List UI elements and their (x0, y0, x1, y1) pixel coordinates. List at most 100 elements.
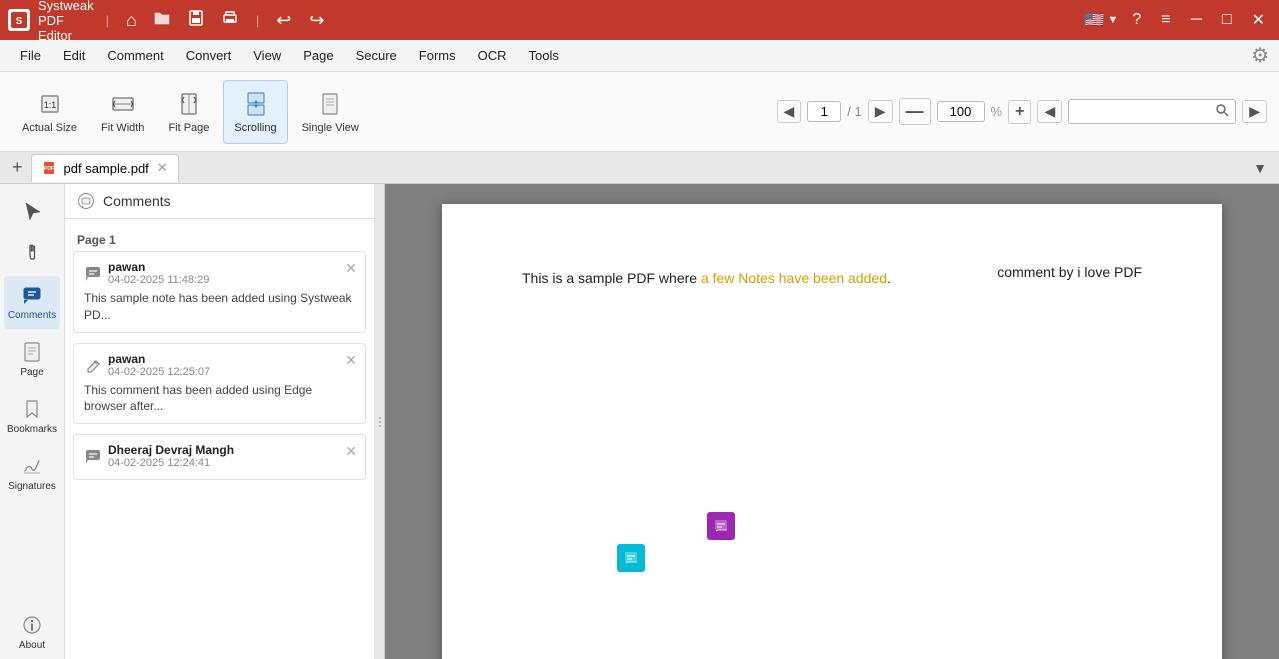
menu-ocr[interactable]: OCR (468, 44, 517, 67)
sidebar-about-label: About (19, 640, 45, 651)
toolbar-fit-page[interactable]: Fit Page (158, 80, 219, 144)
info-icon (21, 614, 43, 636)
print-icon[interactable] (216, 7, 244, 34)
redo-icon[interactable]: ↪ (304, 8, 329, 33)
page-label: Page 1 (73, 227, 366, 251)
comments-header-icon (77, 192, 95, 210)
pdf-tab-icon: PDF (42, 161, 56, 175)
toolbar-fit-width-label: Fit Width (101, 122, 144, 134)
language-selector[interactable]: 🇺🇸 ▼ (1085, 10, 1119, 30)
menu-page[interactable]: Page (293, 44, 343, 67)
maximize-icon[interactable]: □ (1216, 9, 1238, 31)
comment-3-close-btn[interactable]: ✕ (345, 443, 357, 460)
menu-comment[interactable]: Comment (97, 44, 173, 67)
menu-convert[interactable]: Convert (176, 44, 242, 67)
comments-panel: Comments Page 1 pawan 04-02-2025 11:48 (65, 184, 375, 659)
comments-panel-title: Comments (103, 193, 171, 209)
menu-settings-icon[interactable]: ⚙ (1251, 43, 1269, 68)
sidebar-item-page[interactable]: Page (4, 333, 60, 386)
zoom-level-input[interactable] (937, 101, 985, 122)
search-prev-btn[interactable]: ◀ (1037, 100, 1062, 123)
toolbar-single-view-label: Single View (302, 122, 359, 134)
page-separator: / 1 (847, 104, 861, 119)
left-sidebar: Comments Page Bookmarks Signatur (0, 184, 65, 659)
sidebar-item-about[interactable]: About (4, 606, 60, 659)
search-next-btn[interactable]: ▶ (1242, 100, 1267, 123)
tab-bar: + PDF pdf sample.pdf ✕ ▼ (0, 152, 1279, 184)
close-icon[interactable]: ✕ (1246, 8, 1271, 32)
comment-2-icon (84, 356, 102, 374)
menu-file[interactable]: File (10, 44, 51, 67)
comment-3-date: 04-02-2025 12:24:41 (108, 457, 234, 469)
home-icon[interactable]: ⌂ (121, 8, 142, 33)
toolbar-scrolling[interactable]: Scrolling (223, 80, 287, 144)
folder-icon[interactable] (148, 7, 176, 34)
toolbar-fit-width[interactable]: Fit Width (91, 80, 154, 144)
comment-1-date: 04-02-2025 11:48:29 (108, 274, 209, 286)
hand-icon (21, 242, 43, 264)
comment-3-icon (84, 447, 102, 465)
menu-secure[interactable]: Secure (346, 44, 407, 67)
next-page-btn[interactable]: ▶ (868, 100, 893, 123)
menu-forms[interactable]: Forms (409, 44, 466, 67)
comment-1-icon (84, 264, 102, 282)
sticky-note-2[interactable] (707, 512, 735, 540)
zoom-unit: % (991, 104, 1003, 119)
title-bar: S Systweak PDF Editor | ⌂ | ↩ ↪ 🇺🇸 ▼ ? ≡… (0, 0, 1279, 40)
comment-card-1: pawan 04-02-2025 11:48:29 ✕ This sample … (73, 251, 366, 333)
toolbar-actual-size[interactable]: 1:1 Actual Size (12, 80, 87, 144)
toolbar-single-view[interactable]: Single View (292, 80, 369, 144)
menu-tools[interactable]: Tools (519, 44, 569, 67)
tab-close-btn[interactable]: ✕ (157, 160, 168, 176)
comment-2-author: pawan (108, 352, 210, 366)
sidebar-item-bookmarks[interactable]: Bookmarks (4, 390, 60, 443)
app-title: Systweak PDF Editor (38, 0, 94, 43)
bookmark-icon (21, 398, 43, 420)
toolbar-actual-size-label: Actual Size (22, 122, 77, 134)
toolbar-right: ◀ / 1 ▶ — % + ◀ ▶ (777, 98, 1268, 125)
comment-icon (21, 284, 43, 306)
comment-2-close-btn[interactable]: ✕ (345, 352, 357, 369)
page-icon (21, 341, 43, 363)
sticky-note-1[interactable] (617, 544, 645, 572)
menu-bar: File Edit Comment Convert View Page Secu… (0, 40, 1279, 72)
sidebar-page-label: Page (20, 367, 43, 378)
svg-text:S: S (16, 16, 23, 27)
pdf-text-before-highlight: This is a sample PDF where (522, 270, 701, 286)
prev-page-btn[interactable]: ◀ (777, 100, 802, 123)
comment-2-date: 04-02-2025 12:25:07 (108, 366, 210, 378)
sidebar-item-comments[interactable]: Comments (4, 276, 60, 329)
undo-icon[interactable]: ↩ (271, 8, 296, 33)
menu-edit[interactable]: Edit (53, 44, 95, 67)
main-area: Comments Page Bookmarks Signatur (0, 184, 1279, 659)
sticky-note-1-icon (623, 550, 639, 566)
zoom-in-btn[interactable]: + (1008, 100, 1031, 124)
search-input[interactable] (1069, 101, 1209, 122)
sidebar-item-select[interactable] (4, 192, 60, 230)
sidebar-comments-label: Comments (8, 310, 56, 321)
comment-1-close-btn[interactable]: ✕ (345, 260, 357, 277)
page-number-input[interactable] (807, 101, 841, 122)
sidebar-item-signatures[interactable]: Signatures (4, 447, 60, 500)
pdf-highlighted-text: a few Notes have been added (701, 270, 887, 286)
minimize-icon[interactable]: ─ (1185, 9, 1208, 31)
nav-icons: ⌂ (121, 7, 244, 34)
tab-label: pdf sample.pdf (64, 161, 149, 176)
pdf-page: comment by i love PDF This is a sample P… (442, 204, 1222, 659)
save-icon[interactable] (182, 7, 210, 34)
pdf-comment-by-text: comment by i love PDF (997, 264, 1142, 280)
panel-resize-handle[interactable] (375, 184, 385, 659)
add-tab-btn[interactable]: + (4, 153, 31, 182)
tab-chevron-icon[interactable]: ▼ (1245, 156, 1275, 180)
comment-1-author: pawan (108, 260, 209, 274)
menu-view[interactable]: View (243, 44, 291, 67)
comment-3-author: Dheeraj Devraj Mangh (108, 443, 234, 457)
zoom-out-btn[interactable]: — (899, 98, 931, 125)
search-submit-btn[interactable] (1209, 100, 1235, 123)
menu-icon[interactable]: ≡ (1155, 9, 1176, 31)
tab-pdf-sample[interactable]: PDF pdf sample.pdf ✕ (31, 154, 179, 182)
sticky-note-2-icon (713, 518, 729, 534)
sidebar-item-hand[interactable] (4, 234, 60, 272)
help-icon[interactable]: ? (1126, 9, 1147, 31)
svg-text:PDF: PDF (44, 166, 54, 172)
